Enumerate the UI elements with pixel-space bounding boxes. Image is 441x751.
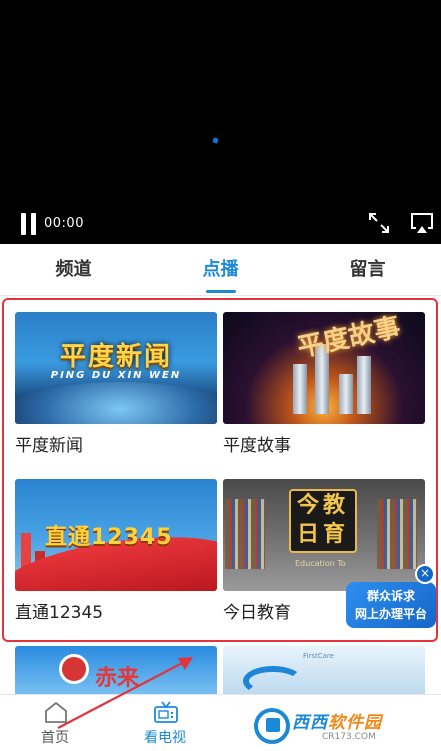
tv-icon (154, 701, 178, 723)
program-card-pingdu-stories[interactable]: 平度故事 平度故事 (223, 312, 425, 459)
airplay-icon[interactable] (410, 212, 434, 234)
playback-time: 00:00 (44, 216, 84, 231)
watermark-url: CR173.COM (322, 732, 376, 742)
loading-indicator (212, 137, 219, 144)
content-tabs: 频道 点播 留言 (0, 244, 441, 296)
program-card-pingdu-news[interactable]: 平度新闻 PING DU XIN WEN 平度新闻 (15, 312, 217, 459)
thumbnail-title: 直通12345 (45, 525, 173, 550)
film-reel-icon (59, 654, 89, 684)
app-screen: { "player": { "time": "00:00", "pause_ic… (0, 0, 441, 751)
program-card-partial[interactable]: 赤来 (15, 646, 217, 696)
close-icon[interactable]: × (415, 564, 435, 584)
program-title: 平度故事 (223, 436, 291, 456)
nav-item-home[interactable]: 首页 (10, 695, 100, 751)
thumbnail-brand: FirstCare (303, 652, 334, 660)
tab-comments[interactable]: 留言 (294, 244, 441, 295)
program-card-partial[interactable]: FirstCare (223, 646, 425, 696)
tab-on-demand[interactable]: 点播 (147, 244, 294, 295)
thumbnail-title: 平度故事 (295, 312, 403, 364)
thumbnail-title: 赤来 (95, 666, 140, 691)
pause-icon[interactable] (20, 213, 38, 235)
video-player[interactable]: 00:00 (0, 0, 441, 244)
petition-platform-ad[interactable]: 群众诉求 网上办理平台 (346, 582, 436, 628)
program-card-hotline-12345[interactable]: 直通12345 直通12345 (15, 479, 217, 626)
watermark-brand: 西西软件园 (292, 713, 382, 733)
fullscreen-icon[interactable] (368, 212, 390, 234)
thumbnail-title: 今教日育 (296, 493, 349, 547)
program-thumbnail: 平度新闻 PING DU XIN WEN (15, 312, 217, 424)
nav-label: 首页 (41, 730, 69, 746)
ad-line-1: 群众诉求 (366, 589, 415, 603)
tab-channels[interactable]: 频道 (0, 244, 147, 295)
nav-label: 看电视 (144, 730, 186, 746)
thumbnail-title: 平度新闻 (59, 342, 172, 372)
program-title: 平度新闻 (15, 436, 83, 456)
program-thumbnail: 今教日育 Education To (223, 479, 425, 591)
program-title: 直通12345 (15, 603, 104, 623)
nav-item-watch-tv[interactable]: 看电视 (120, 695, 210, 751)
thumbnail-subtitle: Education To (295, 559, 346, 568)
home-icon (45, 702, 67, 723)
ad-line-2: 网上办理平台 (354, 607, 427, 621)
program-thumbnail: 平度故事 (223, 312, 425, 424)
program-thumbnail: 直通12345 (15, 479, 217, 591)
thumbnail-subtitle: PING DU XIN WEN (50, 370, 182, 381)
